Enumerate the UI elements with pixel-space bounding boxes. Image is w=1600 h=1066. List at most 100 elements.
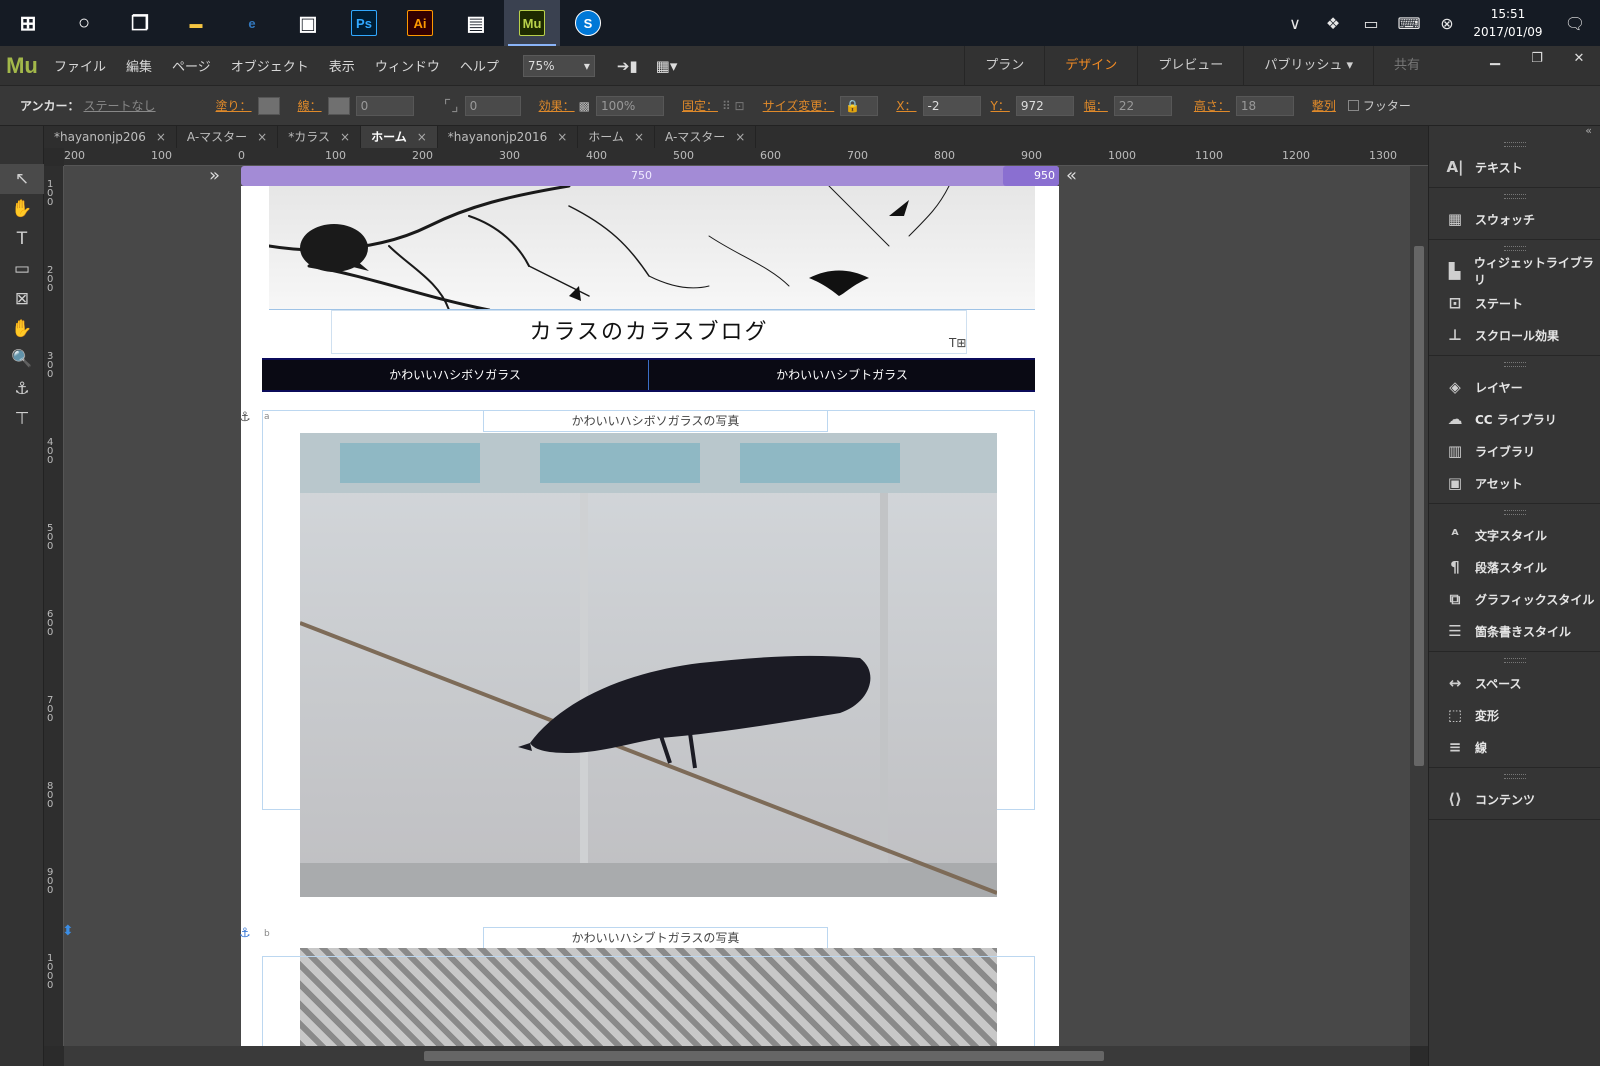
panel-item[interactable]: ⟨⟩ コンテンツ <box>1429 783 1600 815</box>
dropbox-icon[interactable]: ❖ <box>1314 0 1352 46</box>
nav-item-1[interactable]: かわいいハシブトガラス <box>649 360 1035 390</box>
skype-taskbar-button[interactable]: S <box>560 0 616 46</box>
stroke-width-field[interactable]: 0 <box>355 95 414 116</box>
mode-tab-3[interactable]: パブリッシュ ▾ <box>1243 46 1373 86</box>
caption-hashiboso[interactable]: かわいいハシボソガラスの写真 <box>483 410 828 432</box>
menu-item-2[interactable]: ページ <box>162 56 221 75</box>
menu-item-1[interactable]: 編集 <box>116 56 162 75</box>
panel-item[interactable]: ☰ 箇条書きスタイル <box>1429 615 1600 647</box>
panel-item[interactable]: ᴬ 文字スタイル <box>1429 519 1600 551</box>
zoom-select[interactable]: 75% <box>522 54 595 77</box>
x-label[interactable]: X： <box>896 97 916 114</box>
doc-tab-2[interactable]: *カラス × <box>278 126 362 148</box>
menu-item-4[interactable]: 表示 <box>319 56 365 75</box>
panel-item[interactable]: ↔ スペース <box>1429 667 1600 699</box>
mode-tab-2[interactable]: プレビュー <box>1137 46 1243 86</box>
crow-on-wire-photo[interactable] <box>300 433 997 897</box>
doc-tab-6[interactable]: A-マスター × <box>655 126 757 148</box>
stroke-label[interactable]: 線： <box>298 97 322 114</box>
breakpoint-end-marker[interactable]: 950 <box>1003 166 1059 186</box>
panel-collapse-icon[interactable]: « <box>1429 125 1600 136</box>
page-canvas[interactable]: カラスのカラスブログ T⊞ かわいいハシボソガラス かわいいハシブトガラス ⚓ a… <box>239 186 1059 1046</box>
pin-grid-icon[interactable]: ⠿ ⊡ <box>722 99 745 113</box>
preview-screen-icon[interactable]: ▦▾ <box>656 57 678 75</box>
store-taskbar-button[interactable]: ▣ <box>280 0 336 46</box>
page-insert-icon[interactable]: ➔▮ <box>617 57 638 75</box>
resize-select[interactable]: 🔒 <box>840 95 879 116</box>
x-field[interactable]: -2 <box>922 95 981 116</box>
anchor-b-icon[interactable]: ⚓ <box>239 926 251 941</box>
panel-item[interactable]: ▥ ライブラリ <box>1429 435 1600 467</box>
align-label[interactable]: 整列 <box>1312 97 1336 114</box>
panel-item[interactable]: ◈ レイヤー <box>1429 371 1600 403</box>
mode-tab-0[interactable]: プラン <box>964 46 1044 86</box>
panel-item[interactable]: ⊥ スクロール効果 <box>1429 319 1600 351</box>
close-tab-icon[interactable]: × <box>634 126 644 148</box>
zoom-tool-icon[interactable]: 🔍 <box>0 344 44 374</box>
panel-item[interactable]: ⬚ 変形 <box>1429 699 1600 731</box>
breakpoint-left-chevron-icon[interactable]: » <box>209 166 220 186</box>
menu-item-0[interactable]: ファイル <box>44 56 116 75</box>
y-label[interactable]: Y： <box>991 97 1010 114</box>
close-tab-icon[interactable]: × <box>557 126 567 148</box>
close-tab-icon[interactable]: × <box>156 126 166 148</box>
breakpoint-right-chevron-icon[interactable]: « <box>1066 166 1077 186</box>
text-frame-icon[interactable]: ⊤ <box>0 404 44 434</box>
footer-checkbox[interactable] <box>1347 100 1359 111</box>
menu-item-3[interactable]: オブジェクト <box>221 56 319 75</box>
hand-tool-icon[interactable]: ✋ <box>0 314 44 344</box>
width-label[interactable]: 幅： <box>1084 97 1108 114</box>
close-tab-icon[interactable]: × <box>257 126 267 148</box>
crop-hand-icon[interactable]: ✋ <box>0 194 44 224</box>
illustrator-taskbar-button[interactable]: Ai <box>392 0 448 46</box>
breakpoint-bar[interactable]: 750 950 <box>241 166 1059 186</box>
minimize-icon[interactable]: ▁ <box>1474 46 1516 70</box>
doc-tab-3[interactable]: ホーム × <box>361 126 438 148</box>
close-tab-icon[interactable]: × <box>417 126 427 148</box>
restore-icon[interactable]: ❐ <box>1516 46 1558 70</box>
file-explorer-taskbar-button[interactable]: ▬ <box>168 0 224 46</box>
width-field[interactable]: 22 <box>1113 95 1172 116</box>
edge-taskbar-button[interactable]: e <box>224 0 280 46</box>
stroke-swatch[interactable] <box>327 96 350 115</box>
panel-item[interactable]: ≡ 線 <box>1429 731 1600 763</box>
close-icon[interactable]: ✕ <box>1558 46 1600 70</box>
nav-item-0[interactable]: かわいいハシボソガラス <box>262 360 649 390</box>
mode-tab-1[interactable]: デザイン <box>1044 46 1137 86</box>
select-arrow-icon[interactable]: ↖ <box>0 164 44 194</box>
close-tab-icon[interactable]: × <box>340 126 350 148</box>
height-field[interactable]: 18 <box>1235 95 1294 116</box>
design-canvas[interactable]: » 750 950 « カラスのカラスブログ T⊞ かわいいハシボソガラス かわ… <box>64 166 1410 1046</box>
panel-item[interactable]: ▣ アセット <box>1429 467 1600 499</box>
corner-radius-field[interactable]: 0 <box>464 95 521 116</box>
anchor-tool-icon[interactable]: ⚓ <box>0 374 44 404</box>
network-taskbar-button[interactable]: ▤ <box>448 0 504 46</box>
y-field[interactable]: 972 <box>1015 95 1074 116</box>
panel-item[interactable]: ▦ スウォッチ <box>1429 203 1600 235</box>
caption-hashibuto[interactable]: かわいいハシブトガラスの写真 <box>483 927 828 949</box>
panel-item[interactable]: ▙ ウィジェットライブラリ <box>1429 255 1600 287</box>
photoshop-taskbar-button[interactable]: Ps <box>336 0 392 46</box>
keyboard-icon[interactable]: ⌨ <box>1390 0 1428 46</box>
doc-tab-0[interactable]: *hayanonjp206 × <box>44 126 177 148</box>
vertical-scrollbar[interactable] <box>1410 166 1428 1046</box>
page-height-handle-icon[interactable]: ⬍ <box>64 923 74 939</box>
cortana-taskbar-button[interactable]: ○ <box>56 0 112 46</box>
resize-label[interactable]: サイズ変更： <box>763 97 835 114</box>
fill-label[interactable]: 塗り： <box>216 97 252 114</box>
image-frame-icon[interactable]: ⊠ <box>0 284 44 314</box>
horizontal-scrollbar[interactable] <box>64 1046 1410 1066</box>
anchor-a-icon[interactable]: ⚓ <box>239 410 251 425</box>
height-label[interactable]: 高さ： <box>1194 97 1230 114</box>
panel-item[interactable]: ¶ 段落スタイル <box>1429 551 1600 583</box>
state-value[interactable]: ステートなし <box>84 97 156 114</box>
text-tool-icon[interactable]: T <box>0 224 44 254</box>
menu-item-6[interactable]: ヘルプ <box>450 56 509 75</box>
panel-item[interactable]: ⊡ ステート <box>1429 287 1600 319</box>
muse-taskbar-button[interactable]: Mu <box>504 0 560 46</box>
mode-tab-4[interactable]: 共有 <box>1372 46 1440 86</box>
chevron-up-icon[interactable]: ∨ <box>1276 0 1314 46</box>
site-title[interactable]: カラスのカラスブログ <box>331 310 967 354</box>
header-image[interactable] <box>269 186 1035 310</box>
doc-tab-5[interactable]: ホーム × <box>578 126 655 148</box>
